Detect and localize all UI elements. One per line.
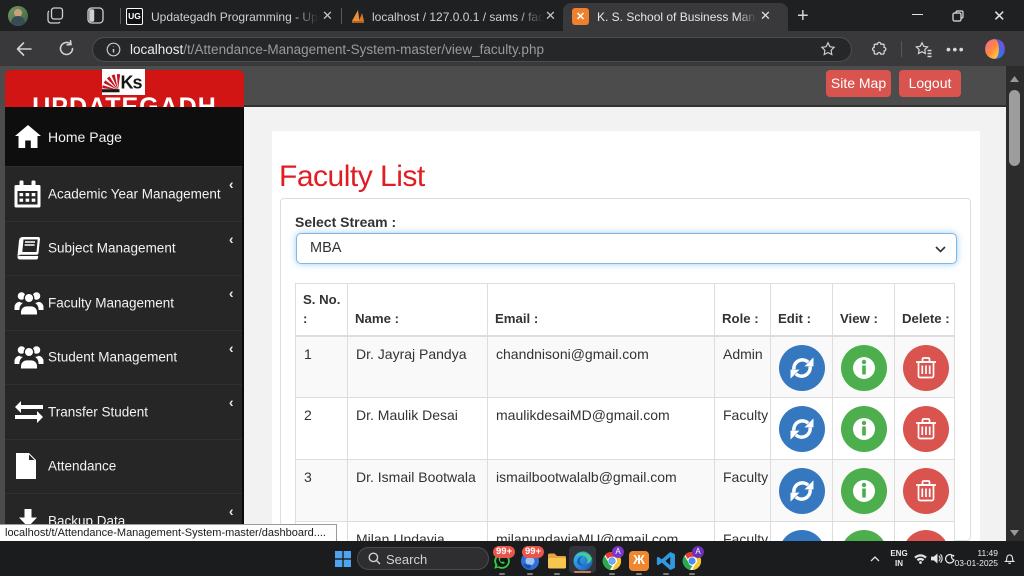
svg-text:Ks: Ks — [121, 72, 143, 92]
